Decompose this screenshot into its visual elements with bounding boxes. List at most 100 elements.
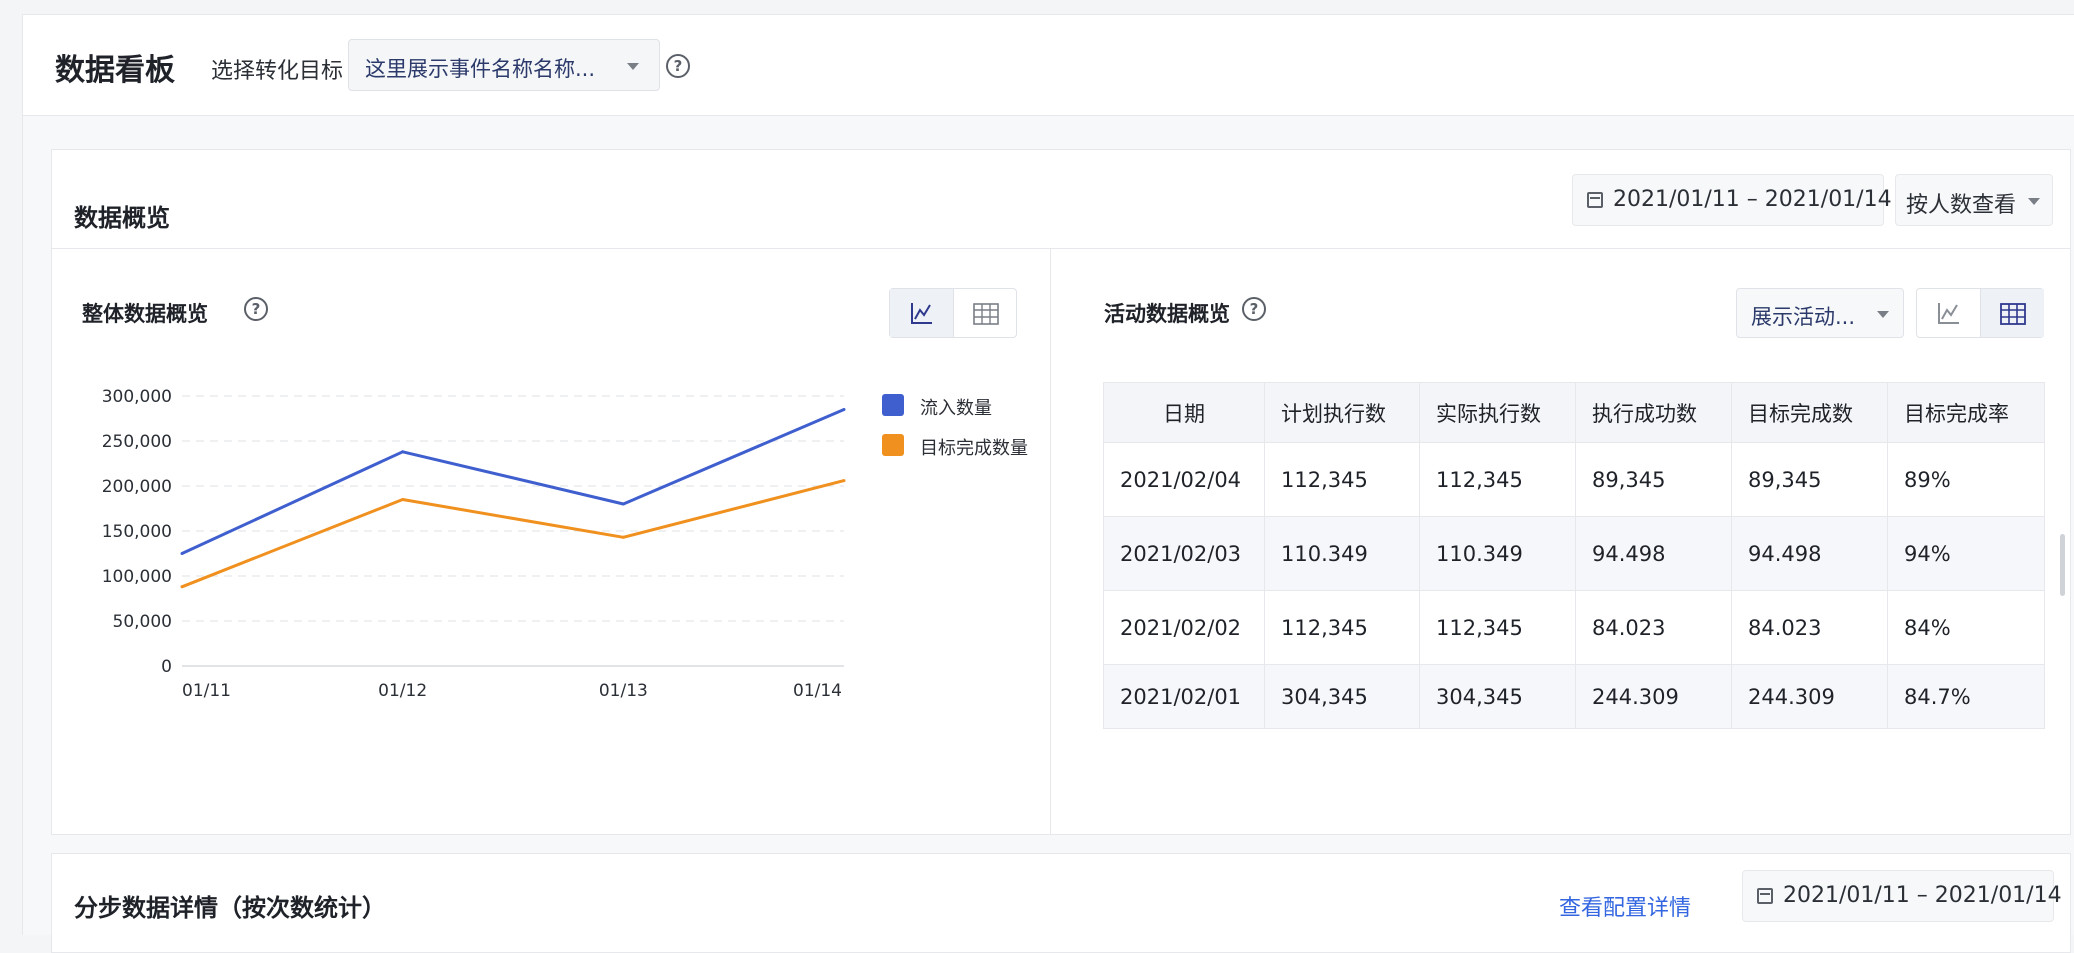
date-range-value: 2021/01/11 – 2021/01/14 [1613,187,1892,212]
series-line-1 [181,408,845,555]
table-cell: 2021/02/03 [1103,516,1265,591]
table-icon [2000,303,2026,325]
activity-overview-title: 活动数据概览 [1104,302,1230,326]
y-tick-label: 0 [161,657,172,677]
table-cell: 94.498 [1575,516,1732,591]
table-row[interactable]: 2021/02/02 112,345 112,345 84.023 84.023… [1103,590,2045,665]
data-point [401,450,405,454]
view-config-link[interactable]: 查看配置详情 [1559,890,1691,922]
table-cell: 112,345 [1264,442,1420,517]
help-icon[interactable]: ? [666,54,690,78]
y-tick-label: 150,000 [102,522,172,542]
divider [1050,249,1051,835]
line-chart-icon [911,303,932,324]
line-chart-icon [1938,303,1959,324]
table-cell: 89,345 [1575,442,1732,517]
table-row[interactable]: 2021/02/03 110.349 110.349 94.498 94.498… [1103,516,2045,591]
column-header: 目标完成数 [1731,382,1888,443]
table-cell: 244.309 [1575,664,1732,729]
chart-table-toggle [1916,288,2044,338]
divider [52,248,2070,249]
table-cell: 110.349 [1264,516,1420,591]
view-mode-value: 按人数查看 [1906,193,2017,218]
table-cell: 2021/02/01 [1103,664,1265,729]
view-mode-select[interactable]: 按人数查看 [1895,174,2053,226]
chevron-down-icon [2028,198,2040,205]
activity-select[interactable]: 展示活动... [1736,288,1904,338]
x-tick-label: 01/12 [378,681,427,701]
series-line-2 [181,479,845,589]
data-point [180,552,184,555]
chevron-down-icon [1877,311,1889,318]
table-row[interactable]: 2021/02/01 304,345 304,345 244.309 244.3… [1103,664,2045,729]
chart-table-toggle [889,288,1017,338]
step-details-card: 分步数据详情（按次数统计） 查看配置详情 2021/01/11 – 2021/0… [51,853,2071,953]
table-view-toggle[interactable] [1981,289,2044,337]
table-cell: 94% [1887,516,2045,591]
y-tick-label: 50,000 [113,612,172,632]
calendar-icon [1587,192,1603,208]
data-point [621,535,625,539]
table-cell: 84% [1887,590,2045,665]
data-point [842,408,846,411]
table-cell: 89,345 [1731,442,1888,517]
conversion-target-select[interactable]: 这里展示事件名称名称... [348,39,660,91]
column-header: 执行成功数 [1575,382,1732,443]
table-icon [973,303,999,325]
overall-overview-title: 整体数据概览 [82,302,208,326]
data-overview-card: 数据概览 2021/01/11 – 2021/01/14 按人数查看 整体数据概… [51,149,2071,835]
table-cell: 110.349 [1419,516,1576,591]
legend-label: 目标完成数量 [920,438,1028,459]
date-range-picker[interactable]: 2021/01/11 – 2021/01/14 [1742,870,2062,922]
help-icon[interactable]: ? [244,297,268,321]
app-shell: 数据看板 选择转化目标 这里展示事件名称名称... ? 数据概览 2021/01… [22,14,2074,953]
calendar-icon [1757,888,1773,904]
table-cell: 112,345 [1419,442,1576,517]
table-cell: 89% [1887,442,2045,517]
data-point [180,585,184,589]
activity-data-table: 日期 计划执行数 实际执行数 执行成功数 目标完成数 目标完成率 2021/02… [1103,382,2045,729]
date-range-picker[interactable]: 2021/01/11 – 2021/01/14 [1572,174,1892,226]
data-point [621,502,625,506]
legend-swatch [882,434,904,456]
overall-line-chart: 0 50,000 100,000 150,000 200,000 250,000 300,0… [102,387,846,701]
legend-swatch [882,394,904,416]
conversion-target-value: 这里展示事件名称名称... [365,57,596,81]
table-view-toggle[interactable] [954,289,1017,337]
table-cell: 2021/02/04 [1103,442,1265,517]
date-range-value: 2021/01/11 – 2021/01/14 [1783,883,2062,908]
y-tick-label: 100,000 [102,567,172,587]
table-cell: 304,345 [1419,664,1576,729]
column-header: 实际执行数 [1419,382,1576,443]
overview-title: 数据概览 [74,204,170,232]
page-title: 数据看板 [55,53,175,88]
conversion-target-label: 选择转化目标 [211,59,344,84]
column-header-date: 日期 [1103,382,1265,443]
x-tick-label: 01/13 [599,681,648,701]
data-point [401,498,405,501]
y-tick-label: 200,000 [102,477,172,497]
table-cell: 112,345 [1264,590,1420,665]
table-row[interactable]: 2021/02/04 112,345 112,345 89,345 89,345… [1103,442,2045,517]
line-chart-toggle[interactable] [890,289,954,337]
legend-label: 流入数量 [920,398,992,419]
step-details-title: 分步数据详情（按次数统计） [74,894,386,922]
help-icon[interactable]: ? [1242,297,1266,321]
table-scrollbar[interactable] [2060,534,2065,596]
x-tick-label: 01/11 [182,681,231,701]
table-header-row: 日期 计划执行数 实际执行数 执行成功数 目标完成数 目标完成率 [1103,382,2045,443]
table-cell: 94.498 [1731,516,1888,591]
table-cell: 2021/02/02 [1103,590,1265,665]
activity-select-value: 展示活动... [1751,305,1856,329]
table-cell: 84.023 [1575,590,1732,665]
chevron-down-icon [627,63,639,70]
table-cell: 112,345 [1419,590,1576,665]
table-cell: 84.023 [1731,590,1888,665]
y-tick-label: 250,000 [102,432,172,452]
table-cell: 304,345 [1264,664,1420,729]
data-point [842,479,846,483]
x-tick-label: 01/14 [793,681,842,701]
table-cell: 84.7% [1887,664,2045,729]
column-header: 目标完成率 [1887,382,2045,443]
line-chart-toggle[interactable] [1917,289,1981,337]
